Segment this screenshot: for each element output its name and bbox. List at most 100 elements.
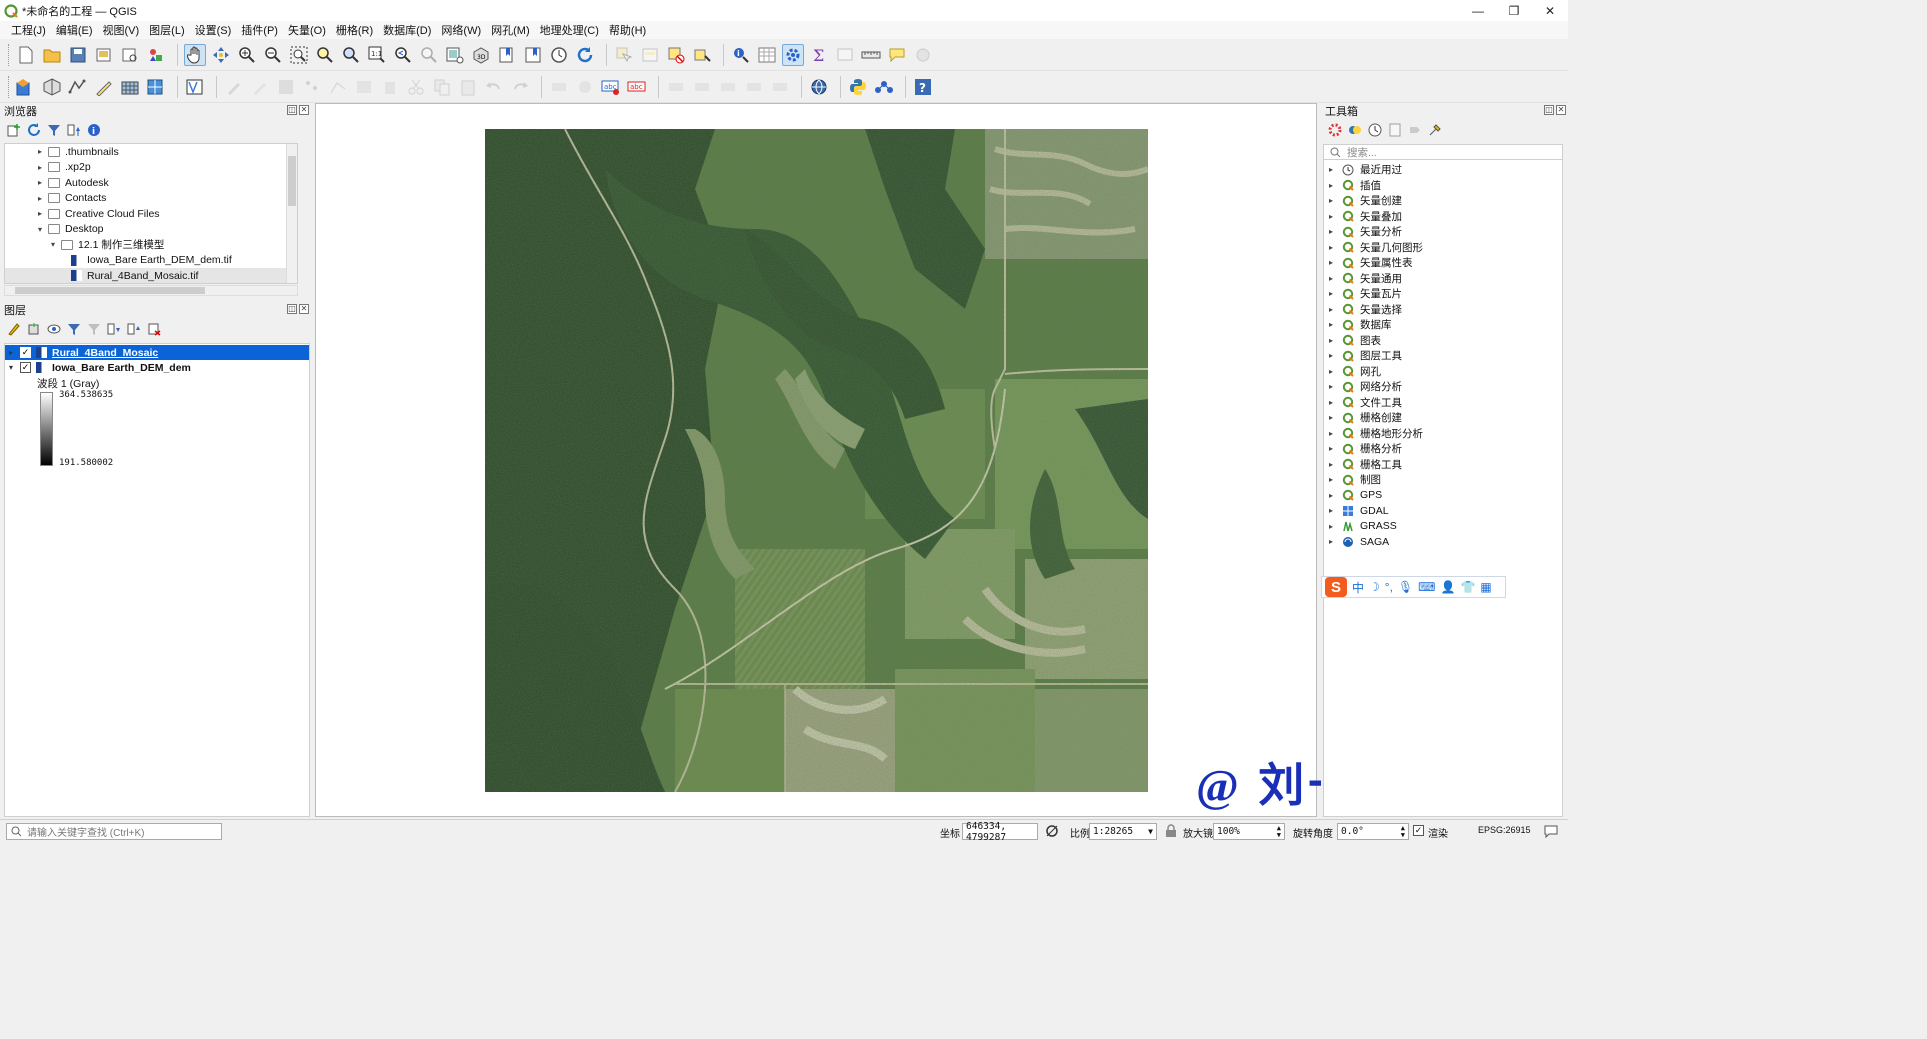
collapsed-arrow-icon[interactable]: ▸ xyxy=(1324,212,1338,221)
collapsed-arrow-icon[interactable]: ▸ xyxy=(1324,227,1338,236)
toolbox-group[interactable]: ▸ 栅格创建 xyxy=(1324,410,1562,426)
ime-punctuation-icon[interactable]: °, xyxy=(1385,580,1393,594)
add-mesh-layer-icon[interactable] xyxy=(145,76,167,98)
save-project-icon[interactable] xyxy=(67,44,89,66)
toolbar-grip[interactable] xyxy=(8,75,11,98)
new-print-layout-icon[interactable] xyxy=(93,44,115,66)
toolbox-group[interactable]: ▸ 数据库 xyxy=(1324,317,1562,333)
pin-labels-icon[interactable] xyxy=(665,76,687,98)
undo-icon[interactable] xyxy=(483,76,505,98)
lock-scale-icon[interactable] xyxy=(1165,824,1177,841)
toolbox-group[interactable]: ▸ GRASS xyxy=(1324,519,1562,535)
collapsed-arrow-icon[interactable]: ▸ xyxy=(1324,398,1338,407)
toolbox-group[interactable]: ▸ 矢量分析 xyxy=(1324,224,1562,240)
maximize-button[interactable]: ❐ xyxy=(1496,0,1532,21)
toggle-editing-icon[interactable] xyxy=(249,76,271,98)
options-icon[interactable] xyxy=(1427,122,1443,138)
collapsed-arrow-icon[interactable]: ▸ xyxy=(35,194,45,203)
processing-toolbox-icon[interactable] xyxy=(782,43,804,66)
label-toolbar-icon[interactable] xyxy=(548,76,570,98)
toolbox-group[interactable]: ▸ 文件工具 xyxy=(1324,395,1562,411)
zoom-out-icon[interactable] xyxy=(262,44,284,66)
vertex-tool-icon[interactable] xyxy=(327,76,349,98)
add-group-icon[interactable] xyxy=(26,321,42,337)
history-icon[interactable] xyxy=(1367,122,1383,138)
copy-features-icon[interactable] xyxy=(431,76,453,98)
collapsed-arrow-icon[interactable]: ▸ xyxy=(35,163,45,172)
menu-vector[interactable]: 矢量(O) xyxy=(283,22,331,38)
menu-project[interactable]: 工程(J) xyxy=(6,22,51,38)
filter-icon[interactable] xyxy=(46,122,62,138)
paste-features-icon[interactable] xyxy=(457,76,479,98)
add-delimited-text-icon[interactable] xyxy=(93,76,115,98)
digitize-point-icon[interactable] xyxy=(301,76,323,98)
style-layer-icon[interactable] xyxy=(6,321,22,337)
browser-item[interactable]: Iowa_Bare Earth_DEM_dem.tif xyxy=(5,253,297,269)
style-manager-icon[interactable] xyxy=(145,44,167,66)
browser-item[interactable]: ▾ 12.1 制作三维模型 xyxy=(5,237,297,253)
map-canvas[interactable]: @ 刘一哥GIS xyxy=(315,103,1496,817)
browser-vertical-scrollbar[interactable] xyxy=(286,144,297,283)
in-place-edit-icon[interactable] xyxy=(1407,122,1423,138)
manage-visibility-icon[interactable] xyxy=(46,321,62,337)
select-location-icon[interactable] xyxy=(691,44,713,66)
menu-settings[interactable]: 设置(S) xyxy=(190,22,237,38)
layer-visibility-checkbox[interactable]: ✓ xyxy=(20,362,31,373)
browser-item[interactable]: ▾ Desktop xyxy=(5,222,297,238)
menu-help[interactable]: 帮助(H) xyxy=(604,22,651,38)
expanded-arrow-icon[interactable]: ▾ xyxy=(5,363,17,372)
help-icon[interactable]: ? xyxy=(912,76,934,98)
collapsed-arrow-icon[interactable]: ▸ xyxy=(1324,320,1338,329)
menu-database[interactable]: 数据库(D) xyxy=(378,22,436,38)
ime-microphone-icon[interactable]: 🎙 xyxy=(1398,580,1413,594)
plugin-tool-icon[interactable] xyxy=(912,44,934,66)
toolbox-group[interactable]: ▸ SAGA xyxy=(1324,534,1562,550)
toolbox-group[interactable]: ▸ 栅格分析 xyxy=(1324,441,1562,457)
remove-layer-icon[interactable] xyxy=(146,321,162,337)
collapsed-arrow-icon[interactable]: ▸ xyxy=(1324,522,1338,531)
collapsed-arrow-icon[interactable]: ▸ xyxy=(1324,258,1338,267)
layout-manager-icon[interactable] xyxy=(119,44,141,66)
plugins-globe-icon[interactable] xyxy=(808,76,830,98)
toolbox-search-input[interactable]: 搜索... xyxy=(1323,144,1563,160)
modify-attributes-icon[interactable] xyxy=(353,76,375,98)
save-edits-icon[interactable] xyxy=(275,76,297,98)
collapsed-arrow-icon[interactable]: ▸ xyxy=(1324,367,1338,376)
filter-legend-icon[interactable] xyxy=(66,321,82,337)
collapsed-arrow-icon[interactable]: ▸ xyxy=(1324,506,1338,515)
coordinate-field[interactable]: 646334, 4799287 xyxy=(962,821,1038,843)
python-scripts-icon[interactable] xyxy=(1347,122,1363,138)
browser-item[interactable]: ▸ Creative Cloud Files xyxy=(5,206,297,222)
browser-item[interactable]: ▸ Contacts xyxy=(5,191,297,207)
collapse-all-icon[interactable] xyxy=(126,321,142,337)
zoom-in-icon[interactable] xyxy=(236,44,258,66)
results-viewer-icon[interactable] xyxy=(1387,122,1403,138)
rotate-label-icon[interactable] xyxy=(743,76,765,98)
toolbox-group[interactable]: ▸ 矢量创建 xyxy=(1324,193,1562,209)
layer-labeling-icon[interactable]: abc xyxy=(600,76,622,98)
data-source-manager-icon[interactable] xyxy=(15,76,37,98)
toolbox-group[interactable]: ▸ GPS xyxy=(1324,488,1562,504)
layer-item[interactable]: ▸ ✓ Rural_4Band_Mosaic xyxy=(5,345,309,360)
zoom-full-icon[interactable] xyxy=(288,44,310,66)
toolbox-group[interactable]: ▸ 矢量属性表 xyxy=(1324,255,1562,271)
add-virtual-layer-icon[interactable] xyxy=(184,76,206,98)
menu-raster[interactable]: 栅格(R) xyxy=(331,22,378,38)
open-attribute-table-icon[interactable] xyxy=(756,44,778,66)
browser-item[interactable]: Rural_4Band_Mosaic.tif xyxy=(5,268,297,283)
toolbox-group[interactable]: ▸ 插值 xyxy=(1324,178,1562,194)
pan-to-selection-icon[interactable] xyxy=(210,44,232,66)
zoom-to-selection-icon[interactable] xyxy=(314,44,336,66)
collapsed-arrow-icon[interactable]: ▸ xyxy=(1324,274,1338,283)
expand-all-icon[interactable] xyxy=(106,321,122,337)
annotation-icon[interactable] xyxy=(886,44,908,66)
measure-line-icon[interactable] xyxy=(860,44,882,66)
collapsed-arrow-icon[interactable]: ▸ xyxy=(1324,382,1338,391)
new-bookmark-icon[interactable] xyxy=(496,44,518,66)
new-geopackage-layer-icon[interactable] xyxy=(41,76,63,98)
collapsed-arrow-icon[interactable]: ▸ xyxy=(1324,351,1338,360)
expanded-arrow-icon[interactable]: ▾ xyxy=(48,240,58,249)
scale-field[interactable]: 1:28265 ▼ xyxy=(1089,823,1157,840)
add-selected-layers-icon[interactable] xyxy=(6,122,22,138)
collapse-all-icon[interactable] xyxy=(66,122,82,138)
